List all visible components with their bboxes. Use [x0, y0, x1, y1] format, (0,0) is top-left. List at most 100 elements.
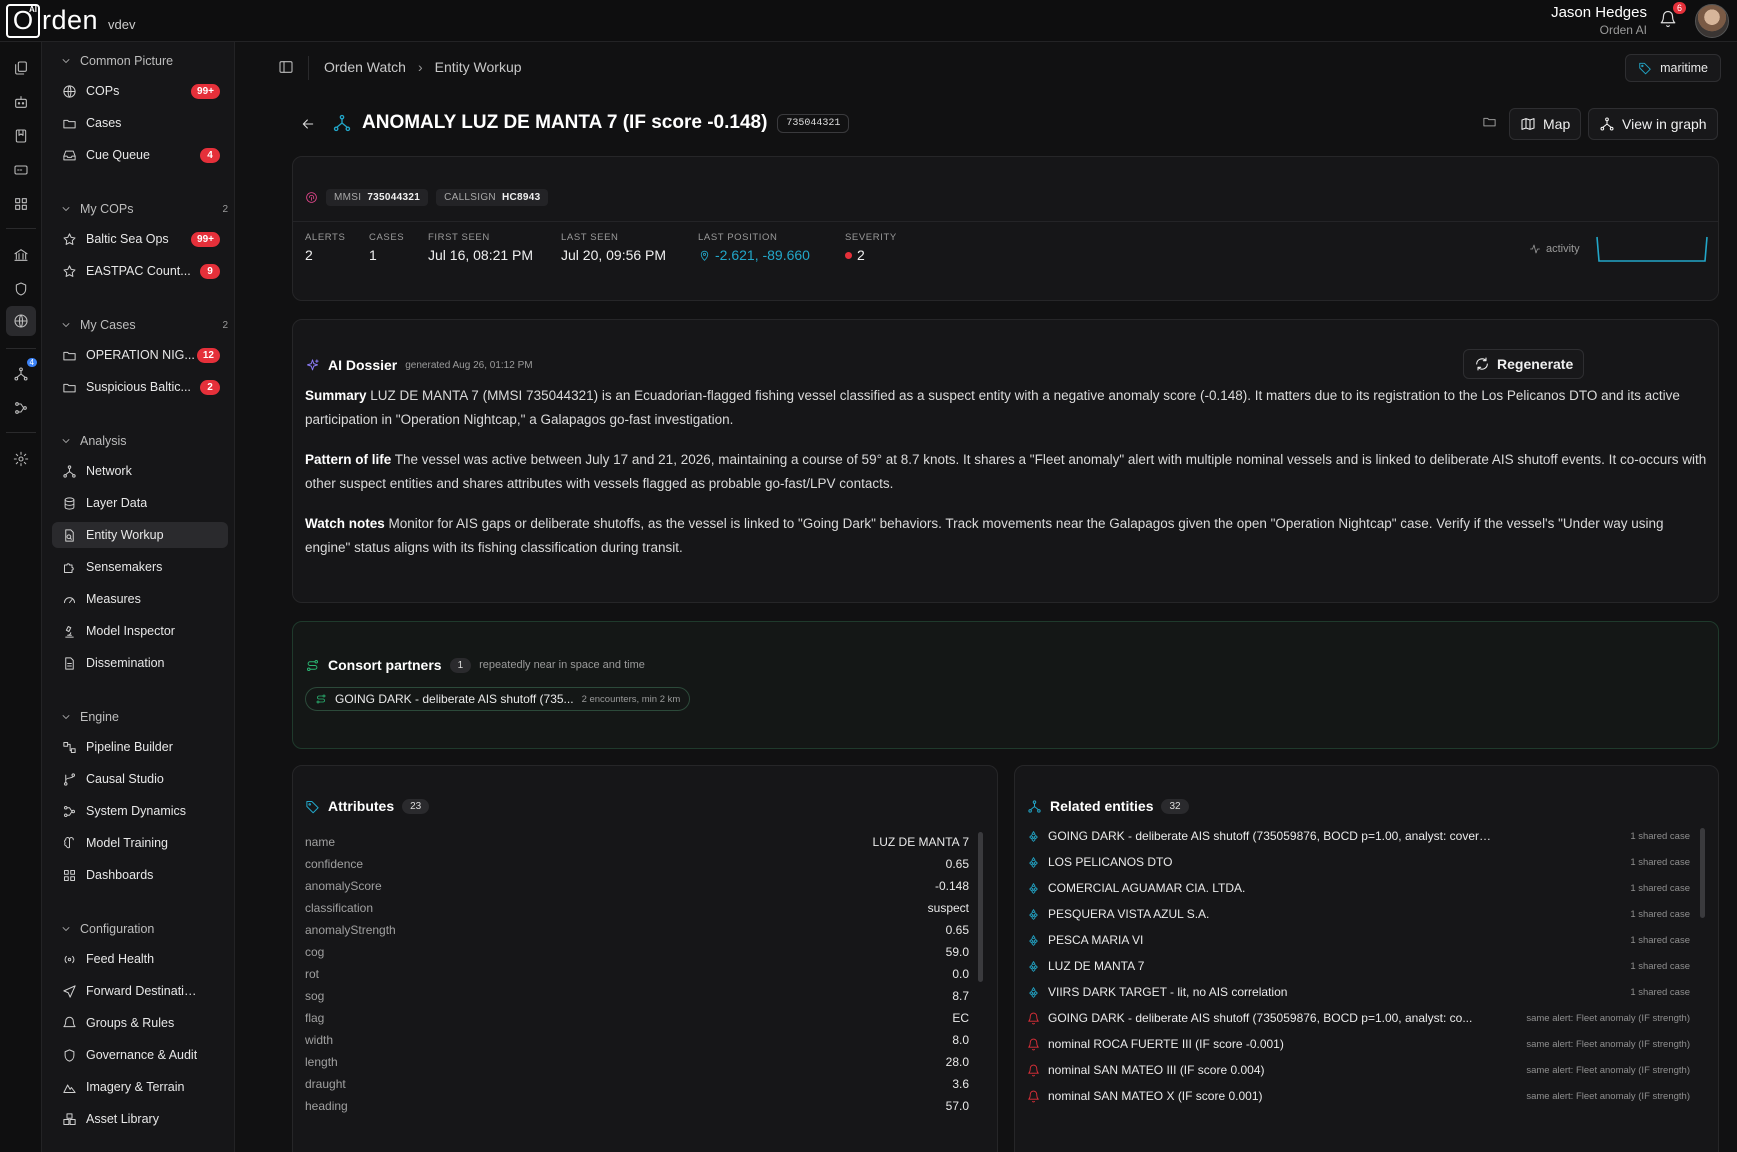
related-entity-row[interactable]: nominal SAN MATEO X (IF score 0.001) same… — [1027, 1083, 1690, 1109]
sidebar-item-model-training[interactable]: Model Training — [52, 830, 228, 856]
entity-id-pill[interactable]: 735044321 — [777, 113, 850, 133]
map-button[interactable]: Map — [1509, 108, 1582, 140]
sidebar-item-cops[interactable]: COPs 99+ — [52, 78, 228, 104]
rail-book-icon[interactable] — [11, 126, 31, 146]
sidebar-item-causal-studio[interactable]: Causal Studio — [52, 766, 228, 792]
sidebar-item-network[interactable]: Network — [52, 458, 228, 484]
attribute-row[interactable]: draught 3.6 — [305, 1073, 985, 1095]
rail-network-icon[interactable]: 4 — [11, 358, 37, 384]
domain-tag-button[interactable]: maritime — [1625, 54, 1721, 82]
sidebar-item-baltic-sea-ops[interactable]: Baltic Sea Ops 99+ — [52, 226, 228, 252]
rail-grid-icon[interactable] — [11, 194, 31, 214]
rail-flow-icon[interactable] — [11, 398, 31, 418]
related-entity-row[interactable]: LUZ DE MANTA 7 1 shared case — [1027, 953, 1690, 979]
sidebar-item-governance-audit[interactable]: Governance & Audit — [52, 1042, 228, 1068]
sidebar-item-entity-workup[interactable]: Entity Workup — [52, 522, 228, 548]
sidebar-item-imagery-terrain[interactable]: Imagery & Terrain — [52, 1074, 228, 1100]
attribute-row[interactable]: anomalyScore -0.148 — [305, 875, 985, 897]
sidebar-item-cases[interactable]: Cases — [52, 110, 228, 136]
related-entity-row[interactable]: nominal SAN MATEO III (IF score 0.004) sa… — [1027, 1057, 1690, 1083]
user-info[interactable]: Jason Hedges Orden AI — [1551, 4, 1647, 37]
folder-button[interactable] — [1482, 114, 1497, 129]
attribute-row[interactable]: heading 57.0 — [305, 1095, 985, 1117]
related-count: 32 — [1161, 798, 1189, 814]
dossier-title: AI Dossier — [328, 357, 398, 373]
regenerate-button[interactable]: Regenerate — [1463, 349, 1585, 379]
sidebar-item-layer-data[interactable]: Layer Data — [52, 490, 228, 516]
refresh-icon — [1476, 357, 1488, 371]
sidebar-item-model-inspector[interactable]: Model Inspector — [52, 618, 228, 644]
related-entity-name: PESCA MARIA VI — [1048, 933, 1144, 947]
rail-pages-icon[interactable] — [11, 58, 31, 78]
sidebar-item-groups-rules[interactable]: Groups & Rules — [52, 1010, 228, 1036]
related-entity-row[interactable]: nominal ROCA FUERTE III (IF score -0.001… — [1027, 1031, 1690, 1057]
scrollbar[interactable] — [978, 832, 983, 982]
related-entity-row[interactable]: PESCA MARIA VI 1 shared case — [1027, 927, 1690, 953]
attribute-row[interactable]: classification suspect — [305, 897, 985, 919]
sidebar-item-asset-library[interactable]: Asset Library — [52, 1106, 228, 1132]
attribute-row[interactable]: confidence 0.65 — [305, 853, 985, 875]
section-common-picture[interactable]: Common Picture — [60, 54, 228, 68]
related-entity-row[interactable]: GOING DARK - deliberate AIS shutoff (735… — [1027, 823, 1690, 849]
attribute-row[interactable]: width 8.0 — [305, 1029, 985, 1051]
view-in-graph-button[interactable]: View in graph — [1588, 108, 1718, 140]
sidebar-item-sensemakers[interactable]: Sensemakers — [52, 554, 228, 580]
activity-label: activity — [1529, 243, 1580, 255]
attribute-row[interactable]: length 28.0 — [305, 1051, 985, 1073]
sidebar-item-pipeline-builder[interactable]: Pipeline Builder — [52, 734, 228, 760]
breadcrumb-entity-workup[interactable]: Entity Workup — [435, 59, 522, 75]
related-entity-row[interactable]: LOS PELICANOS DTO 1 shared case — [1027, 849, 1690, 875]
related-entity-name: LOS PELICANOS DTO — [1048, 855, 1173, 869]
stat-severity: SEVERITY 2 — [845, 232, 897, 263]
breadcrumb-orden-watch[interactable]: Orden Watch — [324, 59, 406, 75]
rail-bank-icon[interactable] — [11, 245, 31, 265]
entity-icon — [1029, 830, 1038, 842]
related-entity-row[interactable]: GOING DARK - deliberate AIS shutoff (735… — [1027, 1005, 1690, 1031]
sidebar-item-system-dynamics[interactable]: System Dynamics — [52, 798, 228, 824]
sidebar-item-eastpac[interactable]: EASTPAC Count... 9 — [52, 258, 228, 284]
section-analysis[interactable]: Analysis — [60, 434, 228, 448]
sidebar-item-dashboards[interactable]: Dashboards — [52, 862, 228, 888]
arrow-left-icon — [302, 119, 314, 129]
sidebar-item-forward-destinations[interactable]: Forward Destinations — [52, 978, 228, 1004]
sidebar-item-operation-nightcap[interactable]: OPERATION NIG... 12 — [52, 342, 228, 368]
sidebar-toggle-button[interactable] — [278, 59, 294, 75]
avatar[interactable] — [1695, 4, 1729, 38]
back-button[interactable] — [300, 116, 316, 132]
section-my-cops[interactable]: My COPs 2 — [60, 202, 228, 216]
section-my-cases[interactable]: My Cases 2 — [60, 318, 228, 332]
notification-count: 6 — [1672, 2, 1686, 14]
related-entity-row[interactable]: COMERCIAL AGUAMAR CIA. LTDA. 1 shared cas… — [1027, 875, 1690, 901]
app-logo[interactable]: O AI rden vdev — [6, 3, 136, 39]
rail-globe-icon[interactable] — [6, 306, 36, 336]
attribute-row[interactable]: rot 0.0 — [305, 963, 985, 985]
callsign-chip[interactable]: CALLSIGN HC8943 — [436, 189, 549, 206]
attribute-row[interactable]: cog 59.0 — [305, 941, 985, 963]
related-entity-row[interactable]: PESQUERA VISTA AZUL S.A. 1 shared case — [1027, 901, 1690, 927]
rail-shield-icon[interactable] — [11, 279, 31, 299]
rail-settings-icon[interactable] — [11, 449, 31, 469]
mmsi-chip[interactable]: MMSI 735044321 — [326, 189, 429, 206]
badge: 4 — [200, 147, 220, 163]
sidebar-item-measures[interactable]: Measures — [52, 586, 228, 612]
attribute-row[interactable]: anomalyStrength 0.65 — [305, 919, 985, 941]
attribute-row[interactable]: sog 8.7 — [305, 985, 985, 1007]
sidebar-item-feed-health[interactable]: Feed Health — [52, 946, 228, 972]
logo-ai: AI — [29, 4, 37, 14]
attribute-row[interactable]: name LUZ DE MANTA 7 — [305, 831, 985, 853]
rail-card-icon[interactable] — [11, 160, 31, 180]
sidebar-item-dissemination[interactable]: Dissemination — [52, 650, 228, 676]
consort-partner-chip[interactable]: GOING DARK - deliberate AIS shutoff (735… — [305, 687, 691, 711]
document-icon — [65, 656, 74, 670]
section-configuration[interactable]: Configuration — [60, 922, 228, 936]
section-engine[interactable]: Engine — [60, 710, 228, 724]
attribute-row[interactable]: flag EC — [305, 1007, 985, 1029]
rail-bot-icon[interactable] — [11, 92, 31, 112]
scrollbar[interactable] — [1700, 828, 1705, 918]
notifications-button[interactable]: 6 — [1659, 2, 1686, 28]
last-position-link[interactable]: -2.621, -89.660 — [698, 247, 810, 263]
sidebar-item-cue-queue[interactable]: Cue Queue 4 — [52, 142, 228, 168]
sidebar-item-suspicious-baltic[interactable]: Suspicious Baltic... 2 — [52, 374, 228, 400]
related-entity-row[interactable]: VIIRS DARK TARGET - lit, no AIS correlat… — [1027, 979, 1690, 1005]
entity-summary-panel: MMSI 735044321 CALLSIGN HC8943 ALERTS 2 CAS… — [292, 156, 1719, 301]
